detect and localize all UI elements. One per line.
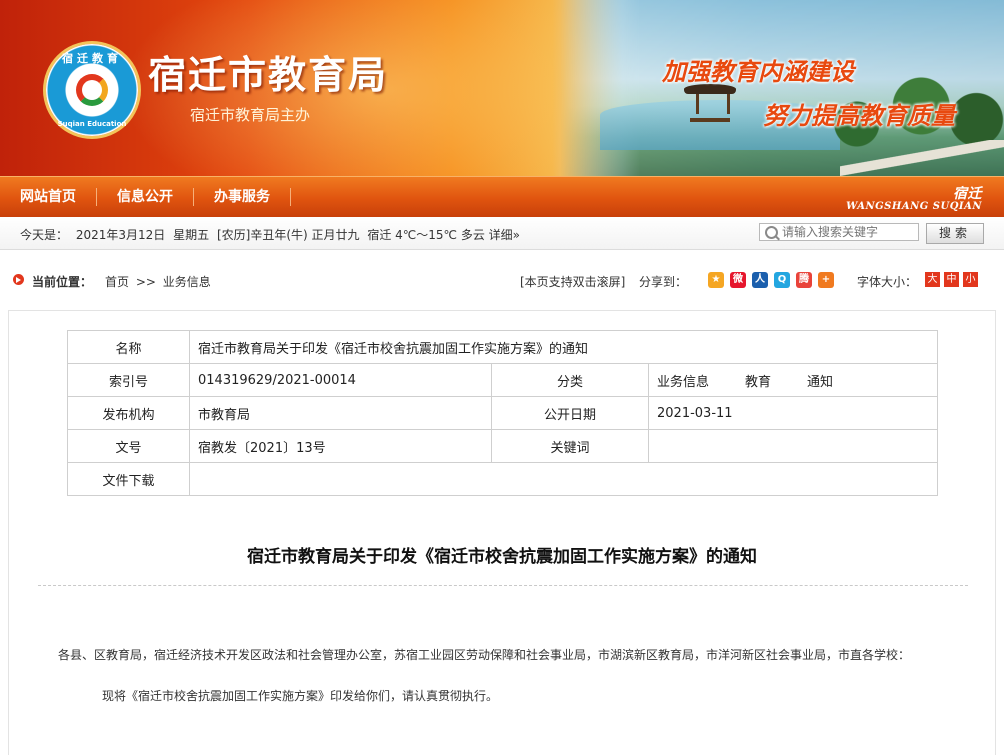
meta-date-label: 公开日期 (491, 396, 649, 430)
title-divider (38, 585, 968, 586)
meta-index-label: 索引号 (67, 363, 190, 397)
meta-org-label: 发布机构 (67, 396, 190, 430)
breadcrumb: 首页 >> 业务信息 (105, 273, 211, 290)
font-large-button[interactable]: 大 (925, 272, 940, 287)
search-input[interactable] (782, 224, 916, 240)
meta-category-value: 业务信息 教育 通知 (648, 363, 938, 397)
brand-cn: 宿迁 (953, 186, 982, 202)
wangshang-suqian-logo[interactable]: 宿迁 WANGSHANG SUQIAN (846, 183, 982, 212)
share-label: 分享到： (639, 275, 688, 289)
table-row: 索引号 014319629/2021-00014 分类 业务信息 教育 通知 (67, 363, 938, 397)
font-size-label: 字体大小： (857, 275, 918, 289)
table-row: 文件下载 (67, 462, 938, 496)
meta-docno-label: 文号 (67, 429, 190, 463)
meta-keyword-value (648, 429, 938, 463)
nav-item-info-disclosure[interactable]: 信息公开 (97, 188, 194, 206)
slogan-1: 加强教育内涵建设 (662, 58, 854, 86)
slogan-2: 努力提高教育质量 (763, 102, 955, 130)
site-logo[interactable]: 宿迁教育 Suqian Education (46, 44, 138, 136)
table-row: 发布机构 市教育局 公开日期 2021-03-11 (67, 396, 938, 430)
category-tag: 业务信息 (657, 374, 710, 390)
meta-index-value: 014319629/2021-00014 (189, 363, 492, 397)
breadcrumb-business-info[interactable]: 业务信息 (163, 275, 211, 289)
logo-top-text: 宿迁教育 (62, 52, 122, 65)
share-icons: ★ 微人 Q 腾 + (708, 272, 834, 288)
today-date: 2021年3月12日 (75, 228, 166, 242)
table-row: 文号 宿教发〔2021〕13号 关键词 (67, 429, 938, 463)
category-tag: 通知 (807, 374, 834, 390)
logo-bottom-text: Suqian Education (57, 120, 127, 128)
today-lunar: [农历]辛丑年(牛) 正月廿九 (216, 228, 360, 242)
font-medium-button[interactable]: 中 (944, 272, 959, 287)
meta-docno-value: 宿教发〔2021〕13号 (189, 429, 492, 463)
site-subtitle: 宿迁市教育局主办 (190, 106, 311, 124)
today-info: 今天是： 2021年3月12日 星期五 [农历]辛丑年(牛) 正月廿九 宿迁 4… (20, 226, 524, 243)
meta-download-label: 文件下载 (67, 462, 190, 496)
article-body: 各县、区教育局，宿迁经济技术开发区政法和社会管理办公室，苏宿工业园区劳动保障和社… (58, 644, 946, 708)
weibo-icon[interactable]: 微 (730, 272, 746, 288)
meta-download-value (189, 462, 938, 496)
article-paragraph: 各县、区教育局，宿迁经济技术开发区政法和社会管理办公室，苏宿工业园区劳动保障和社… (58, 648, 911, 662)
qq-icon[interactable]: Q (774, 272, 790, 288)
article-paragraph: 现将《宿迁市校舍抗震加固工作实施方案》印发给你们，请认真贯彻执行。 (102, 689, 499, 703)
today-label: 今天是： (20, 228, 69, 242)
table-row: 名称 宿迁市教育局关于印发《宿迁市校舍抗震加固工作实施方案》的通知 (67, 330, 938, 364)
tencent-weibo-icon[interactable]: 腾 (796, 272, 812, 288)
document-metadata-table: 名称 宿迁市教育局关于印发《宿迁市校舍抗震加固工作实施方案》的通知 索引号 01… (67, 330, 938, 496)
site-title: 宿迁市教育局 (148, 52, 389, 97)
meta-category-label: 分类 (491, 363, 649, 397)
category-tag: 教育 (745, 374, 772, 390)
font-size-buttons: 大 中 小 (925, 272, 978, 287)
location-bar: 当前位置： 首页 >> 业务信息 [本页支持双击滚屏] 分享到： ★ 微人 Q 腾 + … (0, 262, 1004, 298)
brand-en: WANGSHANG SUQIAN (846, 201, 982, 212)
nav-item-services[interactable]: 办事服务 (194, 188, 291, 206)
banner-road (840, 140, 1004, 176)
nav-item-home[interactable]: 网站首页 (0, 188, 97, 206)
meta-date-value: 2021-03-11 (648, 396, 938, 430)
breadcrumb-home[interactable]: 首页 (105, 275, 129, 289)
breadcrumb-separator: >> (135, 275, 156, 289)
meta-keyword-label: 关键词 (491, 429, 649, 463)
qzone-icon[interactable]: ★ (708, 272, 724, 288)
today-weekday: 星期五 (173, 228, 210, 242)
meta-org-value: 市教育局 (189, 396, 492, 430)
search-box (759, 223, 919, 241)
renren-icon[interactable]: 人 (752, 272, 768, 288)
search-icon (765, 226, 778, 239)
meta-name-label: 名称 (67, 330, 190, 364)
double-click-scroll-hint: [本页支持双击滚屏] (520, 275, 626, 289)
font-small-button[interactable]: 小 (963, 272, 978, 287)
logo-emblem-icon (76, 74, 108, 106)
search-button[interactable]: 搜索 (926, 223, 984, 244)
article-title: 宿迁市教育局关于印发《宿迁市校舍抗震加固工作实施方案》的通知 (247, 547, 757, 567)
meta-name-value: 宿迁市教育局关于印发《宿迁市校舍抗震加固工作实施方案》的通知 (189, 330, 938, 364)
more-share-icon[interactable]: + (818, 272, 834, 288)
site-banner: 宿迁教育 Suqian Education 宿迁市教育局 宿迁市教育局主办 加强… (0, 0, 1004, 176)
main-nav: 网站首页 信息公开 办事服务 宿迁 WANGSHANG SUQIAN (0, 176, 1004, 217)
location-arrow-icon (13, 274, 24, 285)
weather-link[interactable]: 宿迁 4℃～15℃ 多云 详细» (367, 228, 520, 242)
location-label: 当前位置： (32, 275, 93, 289)
info-bar: 今天是： 2021年3月12日 星期五 [农历]辛丑年(牛) 正月廿九 宿迁 4… (0, 217, 1004, 250)
banner-pavilion (684, 84, 736, 122)
